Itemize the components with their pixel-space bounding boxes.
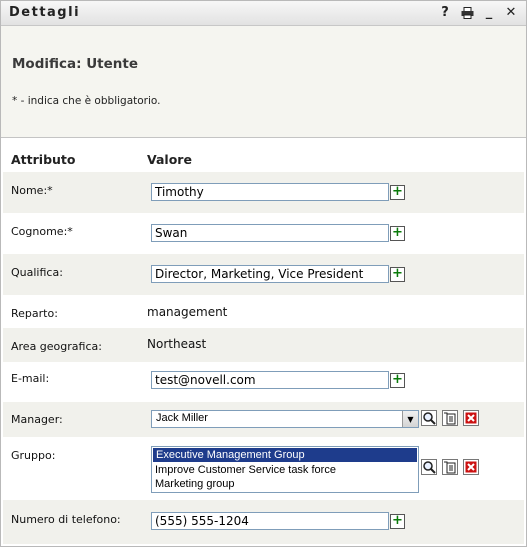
- label-area-geografica: Area geografica:: [11, 340, 102, 353]
- print-icon[interactable]: [459, 4, 475, 21]
- row-cognome: Cognome:* Swan +: [3, 213, 524, 254]
- area-geografica-value: Northeast: [147, 337, 207, 351]
- row-telefono: Numero di telefono: (555) 555-1204 +: [3, 500, 524, 544]
- page-header: Modifica: Utente * - indica che è obblig…: [1, 26, 526, 138]
- label-cognome: Cognome:*: [11, 225, 73, 238]
- gruppo-listbox[interactable]: Executive Management Group Improve Custo…: [151, 446, 419, 493]
- row-email: E-mail: test@novell.com +: [3, 362, 524, 402]
- cognome-input[interactable]: Swan: [151, 224, 389, 242]
- label-nome: Nome:*: [11, 184, 53, 197]
- required-note: * - indica che è obbligatorio.: [12, 95, 161, 107]
- add-nome-button[interactable]: +: [390, 185, 405, 200]
- details-panel: Dettagli ? _ ✕ Modifica: Utente * - indi…: [0, 0, 527, 547]
- email-input[interactable]: test@novell.com: [151, 371, 389, 389]
- row-qualifica: Qualifica: Director, Marketing, Vice Pre…: [3, 254, 524, 295]
- row-gruppo: Gruppo: Executive Management Group Impro…: [3, 437, 524, 500]
- row-nome: Nome:* Timothy +: [3, 172, 524, 213]
- column-header-value: Valore: [147, 152, 192, 167]
- search-icon[interactable]: [421, 459, 437, 475]
- gruppo-option[interactable]: Improve Customer Service task force: [152, 463, 418, 477]
- help-icon[interactable]: ?: [437, 4, 453, 21]
- row-area-geografica: Area geografica: Northeast: [3, 328, 524, 362]
- close-icon[interactable]: ✕: [503, 4, 519, 21]
- label-email: E-mail:: [11, 372, 50, 385]
- column-header-attribute: Attributo: [11, 152, 76, 167]
- qualifica-input[interactable]: Director, Marketing, Vice President: [151, 265, 389, 283]
- label-telefono: Numero di telefono:: [11, 513, 121, 526]
- label-qualifica: Qualifica:: [11, 266, 63, 279]
- add-email-button[interactable]: +: [390, 373, 405, 388]
- minimize-icon[interactable]: _: [481, 4, 497, 21]
- label-gruppo: Gruppo:: [11, 449, 56, 462]
- remove-icon[interactable]: [463, 410, 479, 426]
- chevron-down-icon[interactable]: ▼: [402, 411, 418, 427]
- add-telefono-button[interactable]: +: [390, 514, 405, 529]
- add-cognome-button[interactable]: +: [390, 226, 405, 241]
- search-icon[interactable]: [421, 410, 437, 426]
- gruppo-option[interactable]: Executive Management Group: [153, 448, 417, 462]
- title-bar: Dettagli ? _ ✕: [1, 1, 526, 26]
- history-list-icon[interactable]: [442, 459, 458, 475]
- telefono-input[interactable]: (555) 555-1204: [151, 512, 389, 530]
- gruppo-option[interactable]: Marketing group: [152, 477, 418, 491]
- history-list-icon[interactable]: [442, 410, 458, 426]
- row-reparto: Reparto: management: [3, 295, 524, 328]
- page-title: Modifica: Utente: [12, 56, 139, 72]
- add-qualifica-button[interactable]: +: [390, 267, 405, 282]
- panel-title: Dettagli: [9, 5, 81, 20]
- label-manager: Manager:: [11, 413, 63, 426]
- manager-selected-value: Jack Miller: [156, 412, 208, 424]
- row-manager: Manager: Jack Miller ▼: [3, 402, 524, 437]
- nome-input[interactable]: Timothy: [151, 183, 389, 201]
- label-reparto: Reparto:: [11, 307, 58, 320]
- manager-select[interactable]: Jack Miller ▼: [151, 410, 419, 428]
- reparto-value: management: [147, 305, 228, 319]
- remove-icon[interactable]: [463, 459, 479, 475]
